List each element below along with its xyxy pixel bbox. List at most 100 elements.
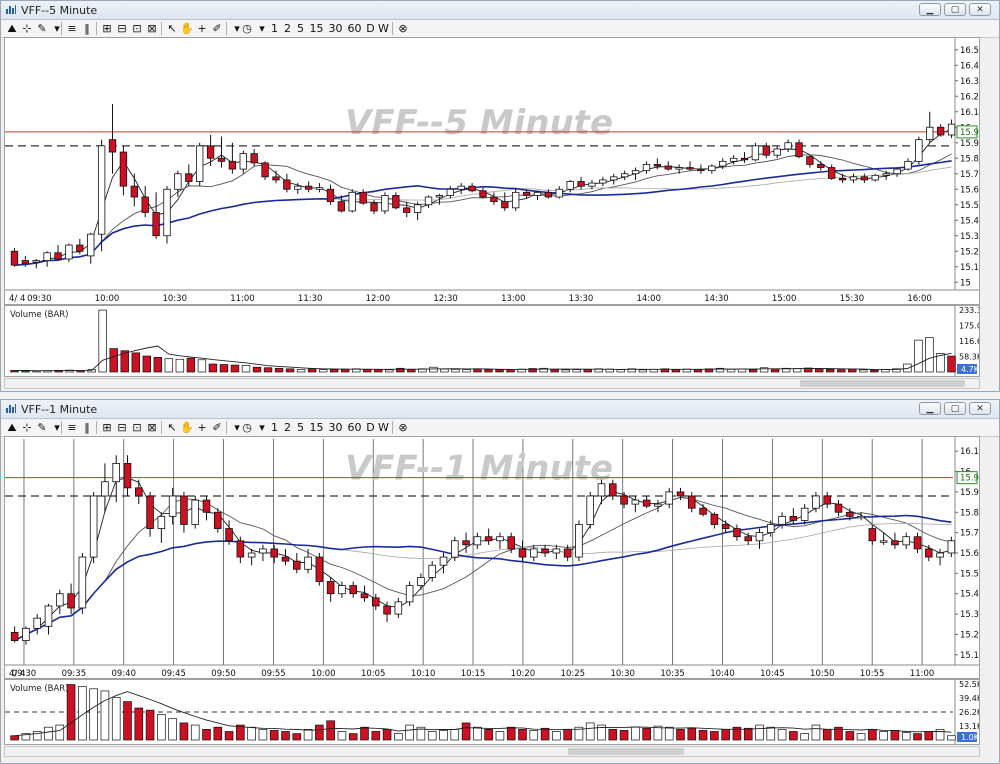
candle[interactable] — [721, 524, 730, 529]
candle[interactable] — [54, 252, 62, 260]
volume-bar[interactable] — [561, 369, 570, 373]
volume-bar[interactable] — [777, 728, 787, 741]
candle[interactable] — [882, 173, 890, 176]
volume-bar[interactable] — [710, 731, 719, 741]
candle[interactable] — [424, 196, 433, 206]
candle[interactable] — [348, 191, 356, 212]
candle[interactable] — [270, 548, 279, 558]
candle[interactable] — [370, 202, 378, 212]
candle[interactable] — [281, 556, 290, 562]
candle[interactable] — [507, 536, 516, 550]
candle[interactable] — [462, 540, 470, 546]
candle[interactable] — [620, 495, 628, 505]
candle[interactable] — [654, 503, 662, 507]
volume-bar[interactable] — [318, 369, 328, 373]
candle[interactable] — [101, 481, 109, 497]
candle[interactable] — [261, 162, 269, 178]
zoom-out-icon[interactable]: ⊟ — [115, 21, 129, 36]
hand-icon[interactable]: ✋ — [180, 21, 194, 36]
volume-bar[interactable] — [766, 726, 776, 741]
candle[interactable] — [206, 145, 215, 159]
interval-button-30[interactable]: 30 — [327, 420, 344, 435]
dropdown-icon[interactable]: ▾ — [255, 21, 269, 36]
candle[interactable] — [800, 507, 809, 521]
volume-bar[interactable] — [208, 363, 218, 373]
volume-bar[interactable] — [269, 730, 279, 741]
volume-bar[interactable] — [142, 355, 151, 373]
volume-bar[interactable] — [55, 724, 65, 741]
candle[interactable] — [326, 581, 335, 595]
pencil-icon[interactable]: ✐ — [210, 21, 224, 36]
pointer-icon[interactable]: ↖ — [165, 21, 179, 36]
candle[interactable] — [817, 164, 825, 168]
drawing-tools-icon[interactable]: ✎ — [35, 21, 49, 36]
candle[interactable] — [337, 201, 346, 212]
crosshair-icon[interactable]: + — [195, 420, 209, 435]
clock-icon[interactable]: ◷ — [240, 21, 254, 36]
candle[interactable] — [915, 139, 923, 162]
volume-bar[interactable] — [687, 727, 697, 741]
candle[interactable] — [163, 188, 171, 237]
candle[interactable] — [522, 191, 531, 196]
candle[interactable] — [371, 597, 380, 607]
candle[interactable] — [719, 160, 727, 167]
volume-bar[interactable] — [292, 733, 302, 741]
candle[interactable] — [435, 195, 444, 198]
zoom-in-icon[interactable]: ⊞ — [100, 21, 114, 36]
candle[interactable] — [784, 142, 792, 150]
candle[interactable] — [740, 157, 749, 161]
volume-bar[interactable] — [315, 724, 324, 741]
volume-bar[interactable] — [100, 690, 110, 741]
close-chart-icon[interactable]: ⊗ — [396, 420, 410, 435]
candle[interactable] — [119, 151, 128, 187]
volume-bar[interactable] — [263, 367, 273, 373]
volume-bar[interactable] — [303, 728, 313, 741]
candle[interactable] — [33, 617, 41, 629]
candle[interactable] — [697, 168, 705, 172]
candle[interactable] — [213, 511, 222, 529]
volume-bar[interactable] — [676, 728, 685, 741]
candle[interactable] — [688, 495, 696, 509]
interval-button-d[interactable]: D — [365, 21, 376, 36]
candle[interactable] — [642, 164, 651, 172]
candle[interactable] — [947, 123, 956, 136]
zoom-reset-icon[interactable]: ⊠ — [145, 420, 159, 435]
volume-bar[interactable] — [473, 368, 482, 373]
candle[interactable] — [762, 145, 770, 156]
candle[interactable] — [563, 548, 572, 558]
volume-bar[interactable] — [947, 735, 956, 741]
candle[interactable] — [428, 564, 437, 578]
volume-bar[interactable] — [241, 365, 251, 373]
candle[interactable] — [947, 540, 956, 554]
volume-bar[interactable] — [197, 359, 207, 373]
candle[interactable] — [157, 515, 166, 529]
interval-button-15[interactable]: 15 — [308, 420, 325, 435]
volume-bar[interactable] — [837, 369, 846, 373]
candle[interactable] — [272, 176, 280, 181]
volume-bar[interactable] — [190, 724, 200, 741]
candle[interactable] — [665, 491, 673, 505]
candle[interactable] — [108, 139, 117, 153]
volume-bar[interactable] — [529, 730, 539, 741]
candle[interactable] — [32, 260, 40, 263]
candle[interactable] — [22, 627, 30, 641]
menu-lines-icon[interactable]: ≡ — [65, 21, 79, 36]
volume-bar[interactable] — [382, 728, 392, 741]
candle[interactable] — [588, 182, 596, 187]
candle[interactable] — [902, 536, 910, 546]
volume-bar[interactable] — [550, 368, 559, 373]
candle[interactable] — [496, 536, 504, 542]
candle[interactable] — [315, 187, 324, 190]
pointer-icon[interactable]: ↖ — [165, 420, 179, 435]
candle[interactable] — [838, 177, 847, 181]
volume-bar[interactable] — [585, 722, 595, 741]
candle[interactable] — [236, 540, 245, 558]
interval-button-5[interactable]: 5 — [295, 420, 306, 435]
volume-bar[interactable] — [473, 726, 482, 741]
candle[interactable] — [686, 167, 694, 170]
interval-button-2[interactable]: 2 — [282, 420, 293, 435]
candle[interactable] — [501, 201, 509, 209]
volume-bar[interactable] — [230, 364, 240, 373]
pause-icon[interactable]: ‖ — [80, 21, 94, 36]
candle[interactable] — [806, 156, 814, 165]
